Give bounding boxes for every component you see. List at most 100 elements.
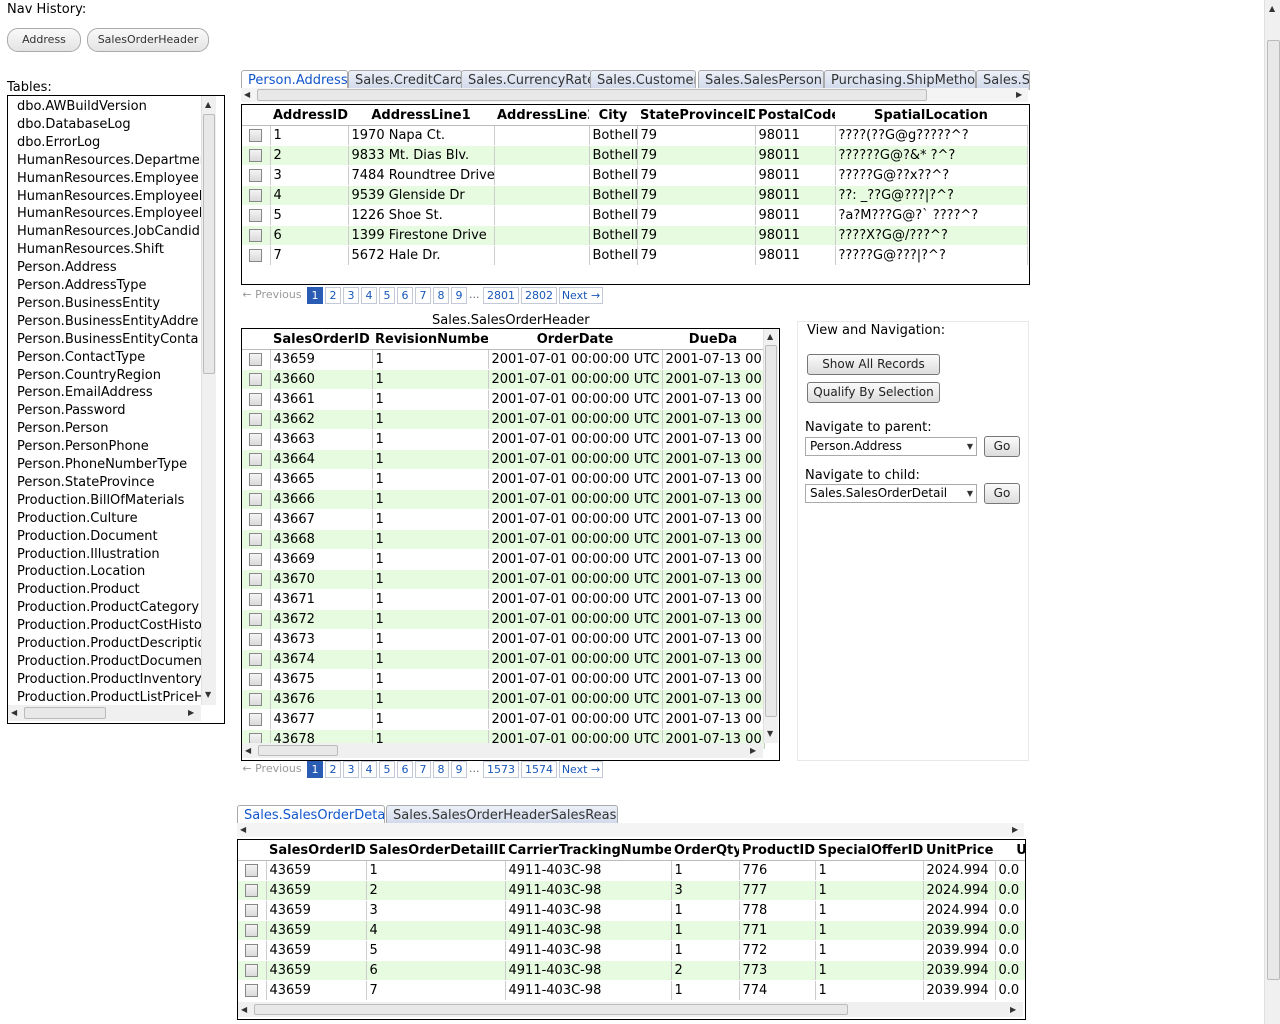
row-checkbox-cell[interactable]	[238, 860, 267, 881]
table-list-item[interactable]: dbo.ErrorLog	[17, 134, 201, 152]
column-header[interactable]: StateProvinceID	[637, 105, 755, 126]
table-list-item[interactable]: Production.Product	[17, 581, 201, 599]
page-link[interactable]: 1573	[483, 761, 519, 778]
table-row[interactable]: 43659 1 2001-07-01 00:00:00 UTC 2001-07-13 …	[242, 349, 765, 370]
row-checkbox-cell[interactable]	[238, 920, 267, 941]
header-grid-scroll-thumb[interactable]	[765, 345, 777, 717]
column-header[interactable]: AddressLine2	[494, 105, 589, 126]
nav-history-address-button[interactable]: Address	[7, 28, 81, 52]
table-list-item[interactable]: HumanResources.Employee	[17, 170, 201, 188]
nav-history-salesorderheader-button[interactable]: SalesOrderHeader	[87, 28, 209, 52]
go-parent-button[interactable]: Go	[984, 436, 1020, 457]
detail-grid-horizontal-scrollbar[interactable]: ◀ ▶	[238, 1002, 1023, 1017]
page-link[interactable]: 9	[451, 287, 467, 304]
table-row[interactable]: 43667 1 2001-07-01 00:00:00 UTC 2001-07-13 …	[242, 509, 765, 530]
row-checkbox-cell[interactable]	[242, 369, 271, 390]
tables-vertical-scrollbar[interactable]: ▲ ▼	[201, 96, 216, 705]
column-header[interactable]: SpecialOfferID	[815, 840, 923, 861]
table-list-item[interactable]: Person.PersonPhone	[17, 438, 201, 456]
row-checkbox-cell[interactable]	[242, 689, 271, 710]
table-list-item[interactable]: Person.EmailAddress	[17, 384, 201, 402]
table-row[interactable]: 43662 1 2001-07-01 00:00:00 UTC 2001-07-13 …	[242, 409, 765, 430]
table-row[interactable]: 43659 3 4911-403C-98 1 778 1 2024.994 0.0	[238, 900, 1025, 921]
row-checkbox[interactable]	[249, 229, 263, 242]
table-row[interactable]: 43665 1 2001-07-01 00:00:00 UTC 2001-07-13 …	[242, 469, 765, 490]
row-checkbox-cell[interactable]	[242, 205, 271, 226]
table-list-item[interactable]: Production.ProductDocument	[17, 653, 201, 671]
row-checkbox-cell[interactable]	[242, 245, 271, 266]
table-row[interactable]: 43660 1 2001-07-01 00:00:00 UTC 2001-07-13 …	[242, 369, 765, 390]
row-checkbox[interactable]	[249, 513, 263, 526]
row-checkbox-cell[interactable]	[242, 225, 271, 246]
table-list-item[interactable]: Production.BillOfMaterials	[17, 492, 201, 510]
page-link[interactable]: 6	[397, 761, 413, 778]
tab-sales-creditcard[interactable]: Sales.CreditCard	[348, 70, 462, 90]
scroll-right-icon[interactable]: ▶	[750, 746, 756, 756]
header-grid-vertical-scrollbar[interactable]: ▲ ▼	[763, 329, 778, 743]
detail-grid-hscroll-thumb[interactable]	[254, 1004, 848, 1015]
row-checkbox-cell[interactable]	[238, 980, 267, 1001]
page-link[interactable]: 7	[415, 761, 431, 778]
row-checkbox[interactable]	[249, 413, 263, 426]
table-row[interactable]: 43671 1 2001-07-01 00:00:00 UTC 2001-07-13 …	[242, 589, 765, 610]
row-checkbox[interactable]	[249, 373, 263, 386]
table-list-item[interactable]: Person.Address	[17, 259, 201, 277]
row-checkbox[interactable]	[245, 944, 259, 957]
tab-sales-salesorderdetail[interactable]: Sales.SalesOrderDetail	[237, 805, 385, 825]
tab-person-address[interactable]: Person.Address	[241, 70, 348, 90]
column-header[interactable]: SpatialLocation	[835, 105, 1027, 126]
row-checkbox[interactable]	[249, 353, 263, 366]
row-checkbox[interactable]	[245, 924, 259, 937]
table-row[interactable]: 43663 1 2001-07-01 00:00:00 UTC 2001-07-13 …	[242, 429, 765, 450]
scroll-left-icon[interactable]: ◀	[244, 90, 250, 100]
row-checkbox-cell[interactable]	[238, 960, 267, 981]
row-checkbox-cell[interactable]	[242, 125, 271, 146]
table-list-item[interactable]: Production.ProductListPriceH	[17, 689, 201, 707]
page-link[interactable]: 4	[361, 287, 377, 304]
column-header[interactable]: Unit	[995, 840, 1025, 861]
row-checkbox-cell[interactable]	[242, 349, 271, 370]
scroll-right-icon[interactable]: ▶	[188, 708, 194, 718]
child-table-select[interactable]: Sales.SalesOrderDetail ▼	[805, 484, 977, 503]
scroll-up-icon[interactable]: ▲	[205, 100, 211, 110]
scroll-down-icon[interactable]: ▼	[767, 729, 773, 739]
page-link[interactable]: 1	[307, 287, 323, 304]
page-link[interactable]: 8	[433, 287, 449, 304]
page-link[interactable]: 5	[379, 761, 395, 778]
qualify-by-selection-button[interactable]: Qualify By Selection	[807, 382, 940, 403]
row-checkbox-cell[interactable]	[242, 449, 271, 470]
row-checkbox[interactable]	[249, 493, 263, 506]
column-header[interactable]: SalesOrderDetailID	[366, 840, 505, 861]
table-row[interactable]: 43669 1 2001-07-01 00:00:00 UTC 2001-07-13 …	[242, 549, 765, 570]
next-page-link[interactable]: Next →	[559, 287, 603, 304]
table-row[interactable]: 43659 7 4911-403C-98 1 774 1 2039.994 0.0	[238, 980, 1025, 1001]
table-list-item[interactable]: Person.BusinessEntityConta	[17, 331, 201, 349]
table-list-item[interactable]: Production.Culture	[17, 510, 201, 528]
row-checkbox-cell[interactable]	[242, 589, 271, 610]
page-link[interactable]: 5	[379, 287, 395, 304]
table-list-item[interactable]: Person.AddressType	[17, 277, 201, 295]
row-checkbox[interactable]	[245, 984, 259, 997]
row-checkbox[interactable]	[249, 633, 263, 646]
bottom-tabs-scrollbar[interactable]: ◀ ▶	[237, 823, 1024, 837]
row-checkbox-cell[interactable]	[242, 165, 271, 186]
row-checkbox[interactable]	[245, 884, 259, 897]
row-checkbox[interactable]	[249, 433, 263, 446]
table-list-item[interactable]: dbo.AWBuildVersion	[17, 98, 201, 116]
row-checkbox-cell[interactable]	[242, 409, 271, 430]
table-row[interactable]: 43664 1 2001-07-01 00:00:00 UTC 2001-07-13 …	[242, 449, 765, 470]
row-checkbox[interactable]	[249, 249, 263, 262]
table-row[interactable]: 43677 1 2001-07-01 00:00:00 UTC 2001-07-13 …	[242, 709, 765, 730]
table-row[interactable]: 43675 1 2001-07-01 00:00:00 UTC 2001-07-13 …	[242, 669, 765, 690]
row-checkbox-cell[interactable]	[238, 940, 267, 961]
table-list-item[interactable]: Person.StateProvince	[17, 474, 201, 492]
table-list-item[interactable]: Production.Document	[17, 528, 201, 546]
table-list-item[interactable]: Production.ProductCostHisto	[17, 617, 201, 635]
table-list-item[interactable]: dbo.DatabaseLog	[17, 116, 201, 134]
row-checkbox-cell[interactable]	[242, 529, 271, 550]
row-checkbox[interactable]	[249, 169, 263, 182]
row-checkbox[interactable]	[245, 904, 259, 917]
table-list-item[interactable]: Production.ProductCategory	[17, 599, 201, 617]
row-checkbox[interactable]	[249, 189, 263, 202]
row-checkbox-cell[interactable]	[242, 629, 271, 650]
